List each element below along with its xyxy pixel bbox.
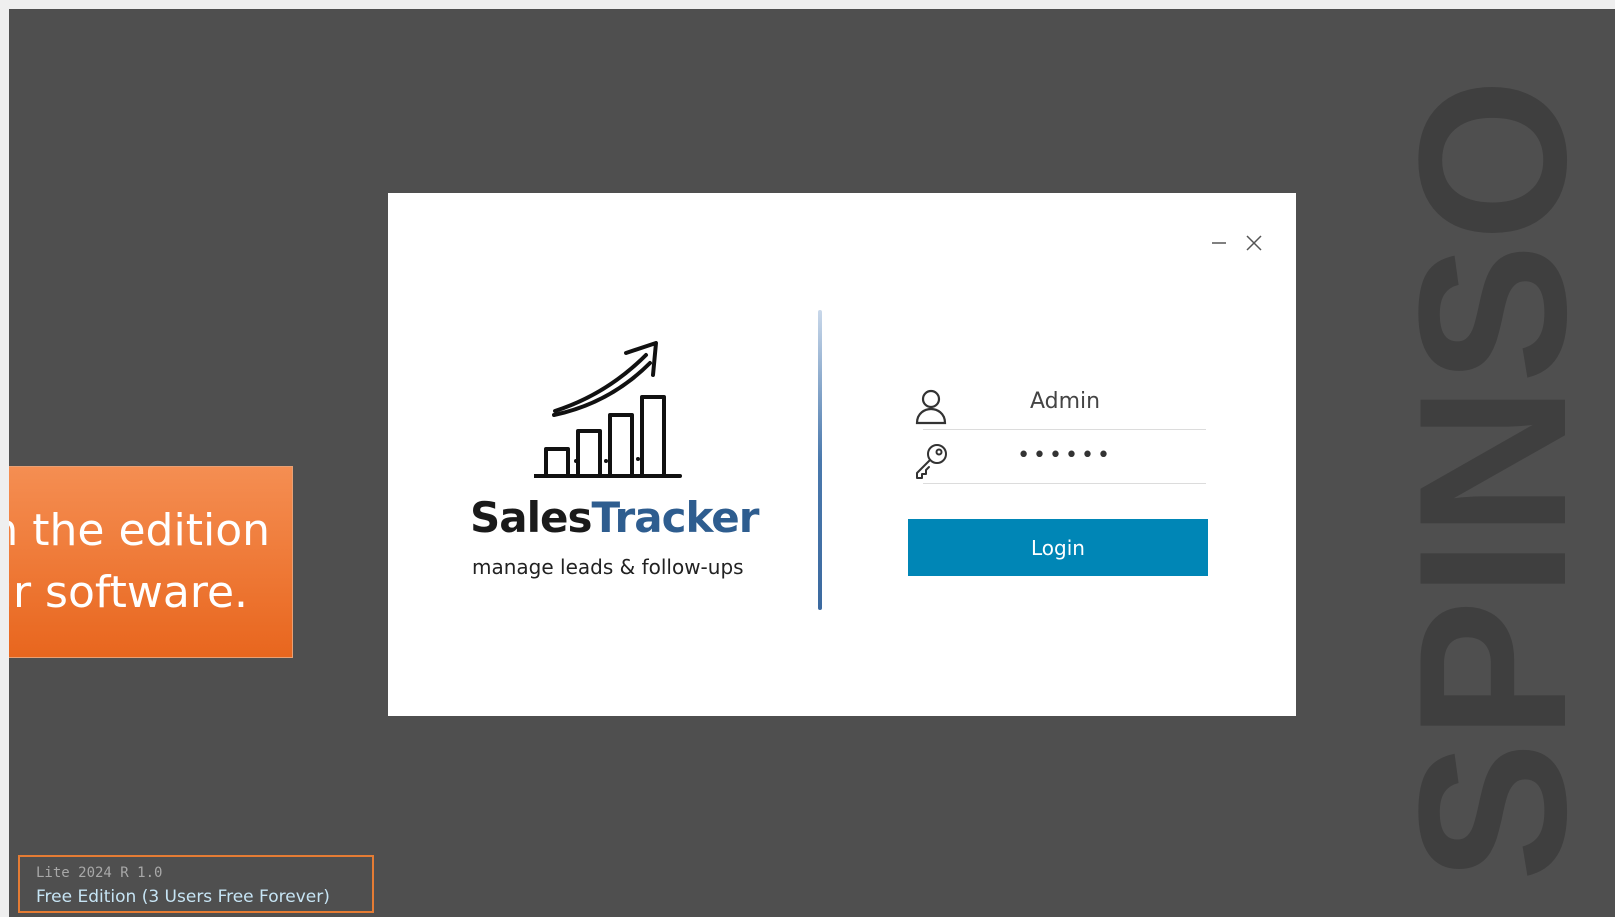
- brand-name: SalesTracker: [470, 493, 766, 542]
- watermark: SPINSO: [1377, 9, 1597, 917]
- promo-callout-line-1: n the edition: [9, 505, 270, 556]
- username-field[interactable]: Admin: [980, 389, 1150, 414]
- key-icon: [916, 444, 947, 479]
- minimize-icon: [1212, 242, 1226, 244]
- brand-name-sales: Sales: [470, 493, 592, 542]
- edition-label: Free Edition (3 Users Free Forever): [36, 887, 330, 907]
- brand-tagline: manage leads & follow-ups: [472, 555, 744, 579]
- user-icon: [915, 389, 947, 425]
- vertical-divider: [818, 310, 822, 610]
- watermark-text: SPINSO: [1377, 76, 1597, 882]
- minimize-button[interactable]: [1207, 231, 1231, 255]
- username-underline: [923, 429, 1206, 430]
- close-icon: [1246, 235, 1262, 251]
- close-button[interactable]: [1242, 231, 1266, 255]
- password-field[interactable]: ••••••: [980, 443, 1150, 468]
- login-dialog: SalesTracker manage leads & follow-ups A…: [388, 193, 1296, 716]
- version-label: Lite 2024 R 1.0: [36, 865, 163, 881]
- login-button[interactable]: Login: [908, 519, 1208, 576]
- promo-callout-line-2: ur software.: [9, 567, 248, 618]
- promo-callout: n the edition ur software.: [9, 466, 293, 658]
- brand-name-tracker: Tracker: [591, 493, 759, 542]
- password-underline: [923, 483, 1206, 484]
- app-background: SPINSO n the edition ur software. SalesT…: [9, 9, 1615, 917]
- edition-info-box: Lite 2024 R 1.0 Free Edition (3 Users Fr…: [18, 855, 374, 913]
- growth-chart-arrow-icon: [534, 341, 682, 478]
